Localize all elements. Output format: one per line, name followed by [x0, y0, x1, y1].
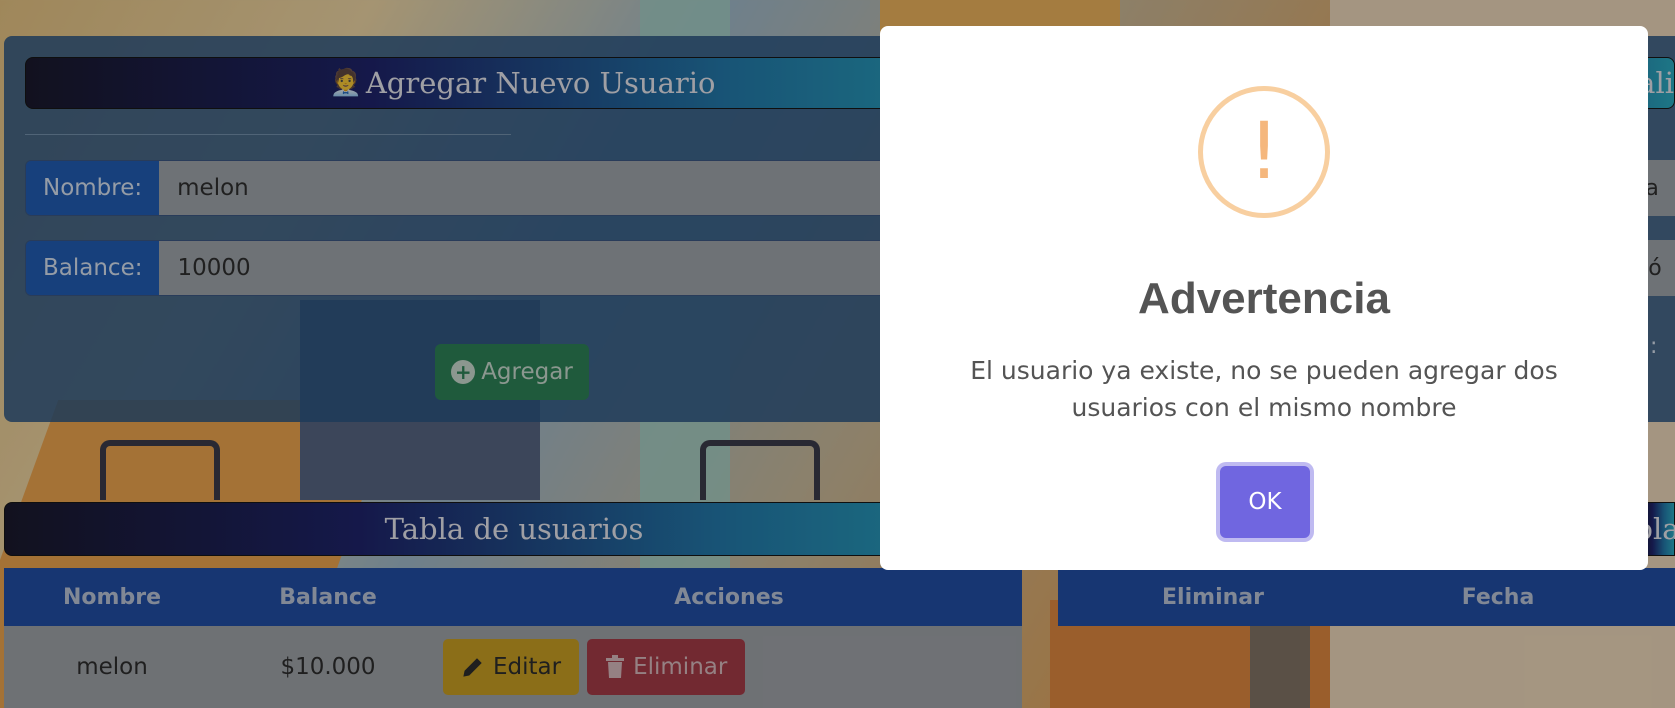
- dialog-message: El usuario ya existe, no se pueden agreg…: [970, 356, 1558, 422]
- dialog-title: Advertencia: [1138, 274, 1390, 323]
- warning-dialog: ! Advertencia El usuario ya existe, no s…: [880, 26, 1648, 570]
- warning-icon: !: [1198, 86, 1330, 218]
- ok-button[interactable]: OK: [1220, 466, 1310, 538]
- exclamation-glyph: !: [1248, 107, 1280, 197]
